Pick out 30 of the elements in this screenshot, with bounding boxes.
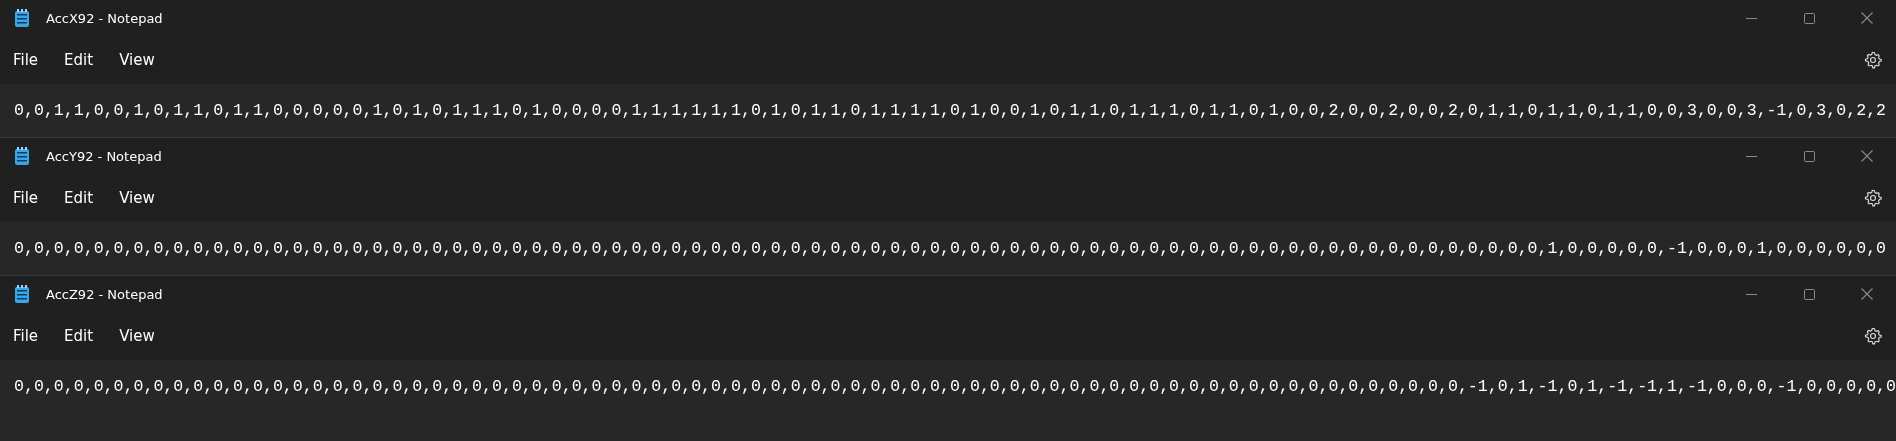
notepad-icon [14, 285, 30, 303]
minimize-icon [1745, 155, 1757, 157]
notepad-icon [14, 9, 30, 27]
minimize-icon [1745, 17, 1757, 19]
maximize-icon [1803, 150, 1815, 162]
maximize-icon [1803, 12, 1815, 24]
window-title: AccX92 - Notepad [46, 10, 163, 26]
menu-item[interactable]: Edit [53, 183, 105, 213]
notepad-icon [14, 147, 30, 165]
window-title: AccY92 - Notepad [46, 148, 162, 164]
settings-icon [1864, 51, 1882, 69]
maximize-icon [1803, 288, 1815, 300]
document-text: 0,0,0,0,0,0,0,0,0,0,0,0,0,0,0,0,0,0,0,0,0,0,0,0,0,0,0,0,0,0,0,0,0,0,0,0,0,0,0,0,0,0,0,0,0,0,0,0,0,0,0,0,0,0,0,0,0,0,0,0,0,0,0,0,0,0,0,0,0,0,0,0,0,-1,0,1,-1,0,1,-1,-1,1,-1,0,0,0,-1,0,0,0,0,0 [14, 376, 1896, 398]
menu-item[interactable]: View [108, 321, 166, 351]
settings-icon [1864, 327, 1882, 345]
menu-item[interactable]: View [108, 183, 166, 213]
document-text: 0,0,0,0,0,0,0,0,0,0,0,0,0,0,0,0,0,0,0,0,0,0,0,0,0,0,0,0,0,0,0,0,0,0,0,0,0,0,0,0,0,0,0,0,0,0,0,0,0,0,0,0,0,0,0,0,0,0,0,0,0,0,0,0,0,0,0,0,0,0,0,0,0,0,0,0,0,1,0,0,0,0,0,-1,0,0,0,1,0,0,0,0,0,0 [14, 238, 1887, 260]
menu-item[interactable]: Edit [53, 321, 105, 351]
minimize-icon [1745, 293, 1757, 295]
settings-icon [1864, 189, 1882, 207]
menu-item[interactable]: Edit [53, 45, 105, 75]
menu-item[interactable]: File [2, 183, 50, 213]
menu-item[interactable]: File [2, 45, 50, 75]
window-title: AccZ92 - Notepad [46, 286, 163, 302]
close-icon [1861, 12, 1873, 24]
menu-item[interactable]: View [108, 45, 166, 75]
close-icon [1861, 150, 1873, 162]
close-icon [1861, 288, 1873, 300]
document-text: 0,0,1,1,0,0,1,0,1,1,0,1,1,0,0,0,0,0,1,0,1,0,1,1,1,0,1,0,0,0,0,1,1,1,1,1,1,0,1,0,1,1,0,1,1,1,1,0,1,0,0,1,0,1,1,0,1,1,1,0,1,1,0,1,0,0,2,0,0,2,0,0,2,0,1,1,0,1,1,0,1,1,0,0,3,0,0,3,-1,0,3,0,2,2 [14, 100, 1887, 122]
menu-item[interactable]: File [2, 321, 50, 351]
